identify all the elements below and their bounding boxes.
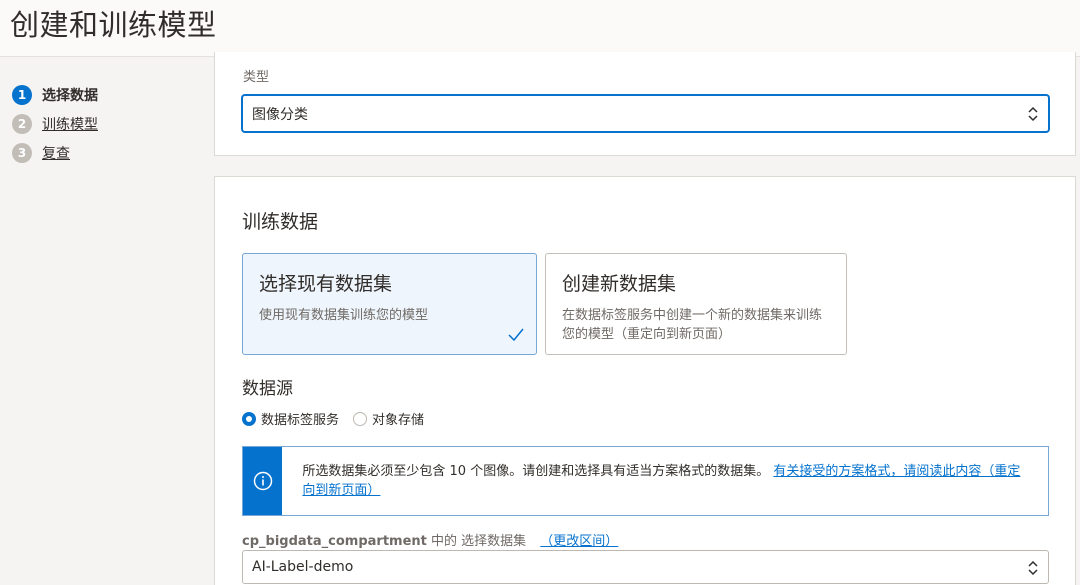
dataset-select[interactable]: AI-Label-demo [242, 550, 1049, 584]
compartment-line: cp_bigdata_compartment 中的 选择数据集 （更改区间） [242, 530, 618, 549]
type-select-value: 图像分类 [252, 106, 308, 123]
card-select-existing-dataset[interactable]: 选择现有数据集 使用现有数据集训练您的模型 [242, 253, 537, 355]
card-desc: 使用现有数据集训练您的模型 [259, 308, 429, 323]
page-title: 创建和训练模型 [10, 8, 217, 42]
radio-object-storage[interactable]: 对象存储 [353, 409, 424, 428]
info-text: 所选数据集必须至少包含 10 个图像。请创建和选择具有适当方案格式的数据集。 [302, 464, 770, 479]
card-desc: 在数据标签服务中创建一个新的数据集来训练您的模型（重定向到新页面） [562, 308, 823, 342]
radio-label: 对象存储 [372, 413, 425, 428]
card-create-new-dataset[interactable]: 创建新数据集 在数据标签服务中创建一个新的数据集来训练您的模型（重定向到新页面） [545, 253, 847, 355]
card-title: 选择现有数据集 [259, 273, 393, 295]
step-number: 2 [12, 113, 32, 134]
training-data-title: 训练数据 [242, 211, 319, 233]
info-icon [253, 471, 272, 491]
type-panel: 类型 图像分类 [214, 52, 1076, 156]
card-title: 创建新数据集 [562, 273, 677, 295]
change-compartment-link[interactable]: （更改区间） [540, 534, 618, 549]
info-stripe [243, 447, 283, 515]
radio-data-labeling[interactable]: 数据标签服务 [242, 409, 339, 428]
step-label: 复查 [42, 145, 70, 162]
radio-dot [353, 411, 368, 426]
compartment-name: cp_bigdata_compartment [242, 534, 427, 549]
check-icon [508, 328, 524, 342]
compartment-middle-text: 中的 选择数据集 [426, 534, 527, 549]
step-review[interactable]: 3 复查 [12, 138, 98, 167]
step-label: 选择数据 [42, 87, 98, 104]
type-label: 类型 [243, 70, 270, 85]
dataset-select-value: AI-Label-demo [252, 559, 354, 575]
datasource-radio-group: 数据标签服务 对象存储 [242, 409, 438, 428]
step-number: 3 [12, 142, 32, 163]
datasource-title: 数据源 [242, 379, 293, 399]
radio-label: 数据标签服务 [261, 413, 340, 428]
info-text-block: 所选数据集必须至少包含 10 个图像。请创建和选择具有适当方案格式的数据集。 有… [282, 447, 1048, 515]
step-select-data[interactable]: 1 选择数据 [12, 80, 98, 109]
training-data-panel: 训练数据 选择现有数据集 使用现有数据集训练您的模型 创建新数据集 在数据标签服… [214, 176, 1076, 585]
step-label: 训练模型 [42, 116, 98, 133]
step-train-model[interactable]: 2 训练模型 [12, 109, 98, 138]
info-message: 所选数据集必须至少包含 10 个图像。请创建和选择具有适当方案格式的数据集。 有… [242, 446, 1049, 516]
steps-nav: 1 选择数据 2 训练模型 3 复查 [12, 80, 98, 167]
select-arrows-icon [1028, 106, 1038, 122]
select-arrows-icon [1028, 560, 1038, 576]
radio-dot [242, 411, 256, 426]
step-number: 1 [12, 84, 32, 105]
type-select[interactable]: 图像分类 [242, 95, 1049, 132]
